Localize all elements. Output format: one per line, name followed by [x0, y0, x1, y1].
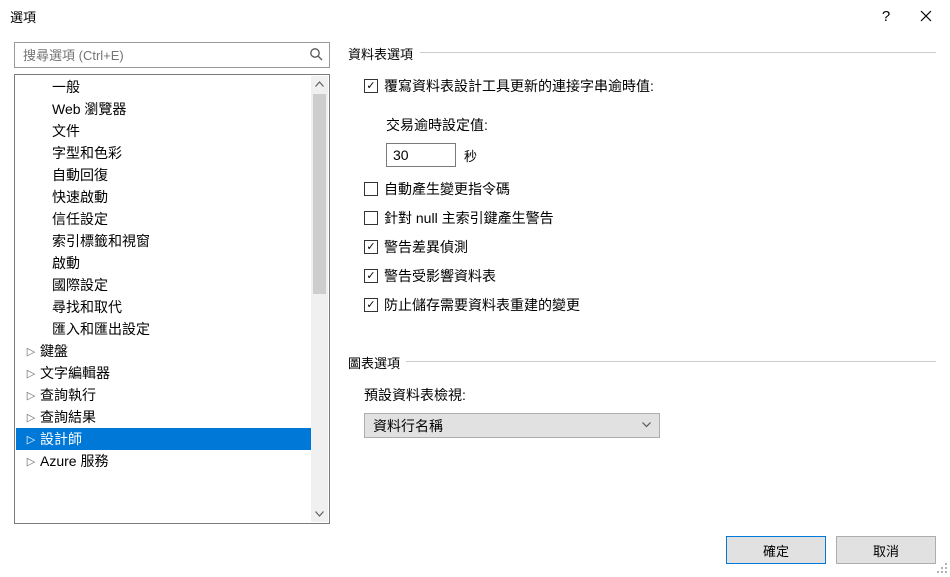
tree-item-label: 啟動 — [52, 253, 80, 273]
chk-null-warning-label: 針對 null 主索引鍵產生警告 — [384, 208, 554, 228]
tree-item-label: 查詢結果 — [40, 407, 96, 427]
chevron-right-icon: ▷ — [24, 411, 38, 424]
search-input[interactable] — [21, 47, 309, 64]
chk-null-warning[interactable]: 針對 null 主索引鍵產生警告 — [364, 205, 926, 231]
tree-item-label: 尋找和取代 — [52, 297, 122, 317]
title-bar: 選項 ? — [0, 0, 950, 32]
tree-item[interactable]: ▷Azure 服務 — [16, 450, 311, 472]
tree-item-label: Azure 服務 — [40, 451, 108, 471]
tree-item[interactable]: 啟動 — [16, 252, 311, 274]
scroll-up-icon[interactable] — [311, 76, 328, 93]
tree-item[interactable]: ▷查詢結果 — [16, 406, 311, 428]
checkbox-icon — [364, 211, 378, 225]
cancel-button[interactable]: 取消 — [836, 536, 936, 564]
chk-autoscript-label: 自動產生變更指令碼 — [384, 179, 510, 199]
tree-item-label: 國際設定 — [52, 275, 108, 295]
scroll-thumb[interactable] — [313, 94, 326, 294]
tree-item-label: 一般 — [52, 77, 80, 97]
close-icon — [920, 10, 932, 22]
close-button[interactable] — [906, 0, 946, 32]
tree-item-label: 快速啟動 — [52, 187, 108, 207]
chevron-right-icon: ▷ — [24, 433, 38, 446]
tree-item-label: Web 瀏覽器 — [52, 99, 126, 119]
checkbox-icon: ✓ — [364, 269, 378, 283]
tree-item-label: 文字編輯器 — [40, 363, 110, 383]
chevron-right-icon: ▷ — [24, 345, 38, 358]
tree-item[interactable]: 尋找和取代 — [16, 296, 311, 318]
chk-prevent-save[interactable]: ✓ 防止儲存需要資料表重建的變更 — [364, 292, 926, 318]
scroll-down-icon[interactable] — [311, 505, 328, 522]
ok-button[interactable]: 確定 — [726, 536, 826, 564]
tree-item-label: 索引標籤和視窗 — [52, 231, 150, 251]
chk-autoscript[interactable]: 自動產生變更指令碼 — [364, 176, 926, 202]
options-tree[interactable]: 一般Web 瀏覽器文件字型和色彩自動回復快速啟動信任設定索引標籤和視窗啟動國際設… — [16, 76, 311, 522]
default-view-label: 預設資料表檢視: — [364, 385, 926, 405]
tree-item-label: 自動回復 — [52, 165, 108, 185]
tree-item[interactable]: 匯入和匯出設定 — [16, 318, 311, 340]
chk-override-timeout[interactable]: ✓ 覆寫資料表設計工具更新的連接字串逾時值: — [364, 73, 926, 99]
checkbox-icon: ✓ — [364, 240, 378, 254]
checkbox-icon — [364, 182, 378, 196]
chevron-right-icon: ▷ — [24, 367, 38, 380]
chk-affected-warning[interactable]: ✓ 警告受影響資料表 — [364, 263, 926, 289]
chk-prevent-save-label: 防止儲存需要資料表重建的變更 — [384, 295, 580, 315]
chk-affected-warning-label: 警告受影響資料表 — [384, 266, 496, 286]
tree-item[interactable]: ▷鍵盤 — [16, 340, 311, 362]
window-title: 選項 — [10, 7, 866, 26]
chevron-down-icon — [642, 420, 651, 432]
group-diagram-options-label: 圖表選項 — [348, 353, 406, 372]
tree-item-label: 文件 — [52, 121, 80, 141]
tree-item[interactable]: 一般 — [16, 76, 311, 98]
search-box[interactable] — [14, 42, 330, 68]
chevron-right-icon: ▷ — [24, 389, 38, 402]
tree-item[interactable]: Web 瀏覽器 — [16, 98, 311, 120]
checkbox-icon: ✓ — [364, 79, 378, 93]
tree-scrollbar[interactable] — [311, 76, 328, 522]
tree-item-label: 查詢執行 — [40, 385, 96, 405]
chk-diff-warning[interactable]: ✓ 警告差異偵測 — [364, 234, 926, 260]
tree-item-label: 匯入和匯出設定 — [52, 319, 150, 339]
group-diagram-options: 圖表選項 預設資料表檢視: 資料行名稱 — [348, 351, 936, 448]
checkbox-icon: ✓ — [364, 298, 378, 312]
timeout-input[interactable] — [386, 143, 456, 167]
tree-item[interactable]: 索引標籤和視窗 — [16, 230, 311, 252]
timeout-label: 交易逾時設定值: — [386, 115, 926, 135]
chk-diff-warning-label: 警告差異偵測 — [384, 237, 468, 257]
tree-item[interactable]: ▷查詢執行 — [16, 384, 311, 406]
tree-item[interactable]: 字型和色彩 — [16, 142, 311, 164]
tree-item[interactable]: 國際設定 — [16, 274, 311, 296]
tree-item[interactable]: ▷文字編輯器 — [16, 362, 311, 384]
timeout-unit: 秒 — [464, 146, 477, 165]
chk-override-timeout-label: 覆寫資料表設計工具更新的連接字串逾時值: — [384, 76, 654, 96]
tree-item[interactable]: 快速啟動 — [16, 186, 311, 208]
tree-item[interactable]: ▷設計師 — [16, 428, 311, 450]
help-button[interactable]: ? — [866, 0, 906, 32]
default-view-combo[interactable]: 資料行名稱 — [364, 413, 660, 438]
group-table-options: 資料表選項 ✓ 覆寫資料表設計工具更新的連接字串逾時值: 交易逾時設定值: 秒 … — [348, 42, 936, 331]
chevron-right-icon: ▷ — [24, 455, 38, 468]
tree-item-label: 字型和色彩 — [52, 143, 122, 163]
group-table-options-label: 資料表選項 — [348, 44, 419, 63]
search-icon — [309, 47, 323, 64]
tree-item[interactable]: 文件 — [16, 120, 311, 142]
resize-grip-icon[interactable] — [934, 560, 948, 574]
tree-item[interactable]: 自動回復 — [16, 164, 311, 186]
default-view-value: 資料行名稱 — [373, 416, 443, 436]
tree-item-label: 設計師 — [40, 429, 82, 449]
tree-item-label: 信任設定 — [52, 209, 108, 229]
tree-item[interactable]: 信任設定 — [16, 208, 311, 230]
tree-item-label: 鍵盤 — [40, 341, 68, 361]
